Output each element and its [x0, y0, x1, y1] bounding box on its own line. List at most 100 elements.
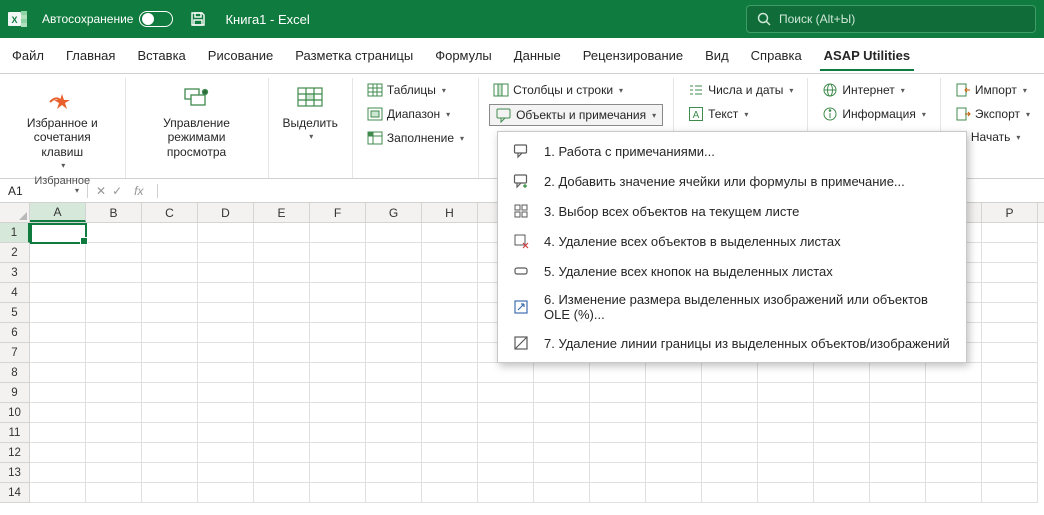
row-header[interactable]: 7 [0, 343, 30, 363]
cell[interactable] [926, 383, 982, 403]
cell[interactable] [198, 463, 254, 483]
cell[interactable] [422, 423, 478, 443]
cell[interactable] [142, 223, 198, 243]
cell[interactable] [982, 383, 1038, 403]
column-header[interactable]: G [366, 203, 422, 222]
export-button[interactable]: Экспорт▾ [951, 104, 1034, 124]
information-button[interactable]: Информация▾ [818, 104, 930, 124]
fill-button[interactable]: Заполнение▾ [363, 128, 468, 148]
cell[interactable] [422, 263, 478, 283]
cell[interactable] [870, 403, 926, 423]
cell[interactable] [646, 423, 702, 443]
cell[interactable] [982, 283, 1038, 303]
cell[interactable] [310, 443, 366, 463]
tab-pagelayout[interactable]: Разметка страницы [291, 40, 417, 71]
name-box[interactable]: A1 ▾ [0, 184, 88, 198]
tab-home[interactable]: Главная [62, 40, 119, 71]
cell[interactable] [702, 463, 758, 483]
cell[interactable] [478, 443, 534, 463]
cell[interactable] [30, 403, 86, 423]
cell[interactable] [926, 363, 982, 383]
cell[interactable] [422, 343, 478, 363]
cell[interactable] [30, 483, 86, 503]
cell[interactable] [366, 483, 422, 503]
cell[interactable] [926, 403, 982, 423]
cell[interactable] [254, 363, 310, 383]
cell[interactable] [142, 343, 198, 363]
column-header[interactable]: F [310, 203, 366, 222]
row-header[interactable]: 12 [0, 443, 30, 463]
cell[interactable] [366, 423, 422, 443]
cell[interactable] [534, 443, 590, 463]
cell[interactable] [870, 423, 926, 443]
cell[interactable] [982, 343, 1038, 363]
column-header[interactable]: E [254, 203, 310, 222]
cell[interactable] [534, 423, 590, 443]
cell[interactable] [982, 263, 1038, 283]
cell[interactable] [142, 463, 198, 483]
cell[interactable] [478, 423, 534, 443]
tab-view[interactable]: Вид [701, 40, 733, 71]
cell[interactable] [982, 483, 1038, 503]
cell[interactable] [814, 403, 870, 423]
row-header[interactable]: 14 [0, 483, 30, 503]
cell[interactable] [814, 363, 870, 383]
cell[interactable] [310, 363, 366, 383]
tab-review[interactable]: Рецензирование [579, 40, 687, 71]
favorites-button[interactable]: Избранное и сочетания клавиш▾ [10, 80, 115, 173]
cell[interactable] [646, 363, 702, 383]
cell[interactable] [254, 283, 310, 303]
cell[interactable] [310, 343, 366, 363]
cell[interactable] [198, 323, 254, 343]
cell[interactable] [422, 383, 478, 403]
cell[interactable] [478, 403, 534, 423]
cell[interactable] [30, 363, 86, 383]
cell[interactable] [30, 463, 86, 483]
cell[interactable] [758, 463, 814, 483]
column-header[interactable]: D [198, 203, 254, 222]
cell[interactable] [982, 243, 1038, 263]
row-header[interactable]: 10 [0, 403, 30, 423]
cell[interactable] [30, 343, 86, 363]
fx-icon[interactable]: fx [128, 184, 149, 198]
cell[interactable] [478, 463, 534, 483]
cell[interactable] [590, 363, 646, 383]
cell[interactable] [198, 263, 254, 283]
cell[interactable] [310, 243, 366, 263]
cell[interactable] [142, 443, 198, 463]
row-header[interactable]: 13 [0, 463, 30, 483]
menu-item-4[interactable]: 4. Удаление всех объектов в выделенных л… [498, 226, 966, 256]
cell[interactable] [366, 463, 422, 483]
cell[interactable] [422, 323, 478, 343]
cell[interactable] [142, 243, 198, 263]
cell[interactable] [30, 323, 86, 343]
cell[interactable] [30, 383, 86, 403]
row-header[interactable]: 8 [0, 363, 30, 383]
tab-file[interactable]: Файл [8, 40, 48, 71]
cell[interactable] [590, 403, 646, 423]
cell[interactable] [590, 483, 646, 503]
row-header[interactable]: 4 [0, 283, 30, 303]
cell[interactable] [926, 443, 982, 463]
cell[interactable] [702, 443, 758, 463]
cell[interactable] [86, 343, 142, 363]
cell[interactable] [254, 443, 310, 463]
cell[interactable] [310, 323, 366, 343]
cell[interactable] [926, 423, 982, 443]
cell[interactable] [478, 363, 534, 383]
cell[interactable] [982, 303, 1038, 323]
cell[interactable] [590, 443, 646, 463]
cell[interactable] [646, 483, 702, 503]
cell[interactable] [982, 463, 1038, 483]
cell[interactable] [86, 283, 142, 303]
cell[interactable] [702, 383, 758, 403]
cell[interactable] [534, 383, 590, 403]
cell[interactable] [926, 463, 982, 483]
cell[interactable] [590, 463, 646, 483]
cell[interactable] [814, 423, 870, 443]
cell[interactable] [366, 323, 422, 343]
cell[interactable] [534, 363, 590, 383]
cell[interactable] [198, 383, 254, 403]
internet-button[interactable]: Интернет▾ [818, 80, 908, 100]
cell[interactable] [982, 323, 1038, 343]
